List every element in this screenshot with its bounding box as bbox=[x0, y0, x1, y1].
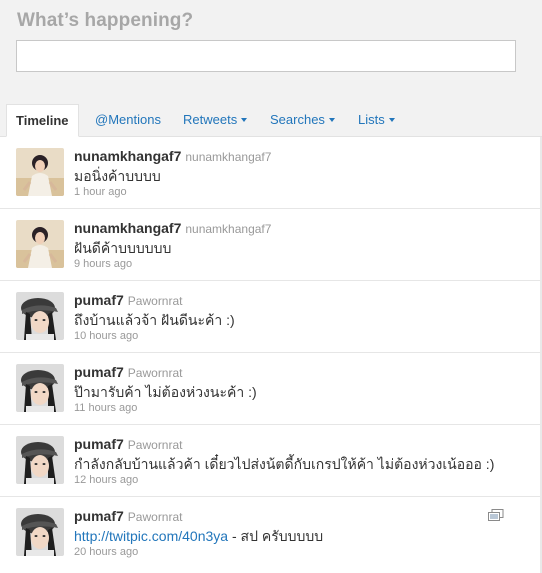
tweet-timestamp[interactable]: 10 hours ago bbox=[74, 330, 138, 342]
tweet-text: ฝันดีค้าบบบบบบ bbox=[74, 240, 172, 256]
tweet-text: ป๊ามารับค้า ไม่ต้องห่วงนะค้า :) bbox=[74, 384, 257, 400]
tweet-item[interactable]: pumaf7 Pawornrat http://twitpic.com/40n3y… bbox=[0, 497, 542, 573]
tweet-text: http://twitpic.com/40n3ya - สป ครับบบบบ bbox=[74, 526, 323, 548]
tab-retweets[interactable]: Retweets bbox=[183, 104, 248, 136]
tweet-header: pumaf7 Pawornrat bbox=[74, 508, 183, 526]
tab-label: Lists bbox=[358, 112, 385, 127]
tweet-header: pumaf7 Pawornrat bbox=[74, 436, 183, 454]
screen-name[interactable]: nunamkhangaf7 bbox=[74, 148, 181, 164]
girl-cap-avatar-icon[interactable] bbox=[16, 364, 64, 412]
screen-name[interactable]: pumaf7 bbox=[74, 436, 124, 452]
full-name: Pawornrat bbox=[127, 294, 183, 308]
tab-searches[interactable]: Searches bbox=[270, 104, 335, 136]
full-name: Pawornrat bbox=[127, 366, 183, 380]
tweet-header: pumaf7 Pawornrat bbox=[74, 292, 183, 310]
tweet-text: ถึงบ้านแล้วจ้า ฝันดีนะค้า :) bbox=[74, 312, 235, 328]
tab-timeline[interactable]: Timeline bbox=[6, 104, 79, 137]
tab-label: Searches bbox=[270, 112, 325, 127]
tab-label: @Mentions bbox=[95, 112, 161, 127]
tweet-header: pumaf7 Pawornrat bbox=[74, 364, 183, 382]
screen-name[interactable]: pumaf7 bbox=[74, 508, 124, 524]
tweet-feed: nunamkhangaf7 nunamkhangaf7 มอนิ่งค้าบบบบ… bbox=[0, 137, 542, 573]
chevron-down-icon bbox=[328, 117, 335, 122]
screen-name[interactable]: nunamkhangaf7 bbox=[74, 220, 181, 236]
tweet-item[interactable]: nunamkhangaf7 nunamkhangaf7 ฝันดีค้าบบบบบ… bbox=[0, 209, 542, 281]
tweet-text: มอนิ่งค้าบบบบ bbox=[74, 168, 161, 184]
tweet-composer: What’s happening? bbox=[0, 0, 542, 104]
tab-mentions[interactable]: @Mentions bbox=[95, 104, 161, 136]
tweet-text: กำลังกลับบ้านแล้วค้า เดี๋ยวไปส่งน้ตดี้กั… bbox=[74, 456, 495, 472]
full-name: nunamkhangaf7 bbox=[185, 222, 272, 236]
girl-cap-avatar-icon[interactable] bbox=[16, 292, 64, 340]
tweet-timestamp[interactable]: 1 hour ago bbox=[74, 186, 127, 198]
tweet-header: nunamkhangaf7 nunamkhangaf7 bbox=[74, 220, 271, 238]
tweet-header: nunamkhangaf7 nunamkhangaf7 bbox=[74, 148, 271, 166]
twitter-home: What’s happening? Timeline @Mentions Ret… bbox=[0, 0, 542, 573]
girl-avatar-icon[interactable] bbox=[16, 220, 64, 268]
chevron-down-icon bbox=[388, 117, 395, 122]
tweet-item[interactable]: pumaf7 Pawornrat ป๊ามารับค้า ไม่ต้องห่วงน… bbox=[0, 353, 542, 425]
tweet-item[interactable]: pumaf7 Pawornrat ถึงบ้านแล้วจ้า ฝันดีนะค้… bbox=[0, 281, 542, 353]
full-name: nunamkhangaf7 bbox=[185, 150, 272, 164]
screen-name[interactable]: pumaf7 bbox=[74, 364, 124, 380]
chevron-down-icon bbox=[241, 117, 248, 122]
tweet-timestamp[interactable]: 12 hours ago bbox=[74, 474, 138, 486]
timeline-tabs: Timeline @Mentions Retweets Searches Lis… bbox=[0, 104, 542, 137]
twitpic-link[interactable]: http://twitpic.com/40n3ya bbox=[74, 528, 228, 544]
tweet-text-rest: - สป ครับบบบบ bbox=[228, 528, 324, 544]
composer-title: What’s happening? bbox=[17, 10, 194, 31]
full-name: Pawornrat bbox=[127, 438, 183, 452]
tweet-timestamp[interactable]: 20 hours ago bbox=[74, 546, 138, 558]
tweet-input[interactable] bbox=[16, 40, 516, 72]
screen-name[interactable]: pumaf7 bbox=[74, 292, 124, 308]
tweet-item[interactable]: nunamkhangaf7 nunamkhangaf7 มอนิ่งค้าบบบบ… bbox=[0, 137, 542, 209]
tweet-item[interactable]: pumaf7 Pawornrat กำลังกลับบ้านแล้วค้า เดี… bbox=[0, 425, 542, 497]
girl-cap-avatar-icon[interactable] bbox=[16, 508, 64, 556]
tweet-timestamp[interactable]: 11 hours ago bbox=[74, 402, 137, 414]
tab-label: Retweets bbox=[183, 112, 238, 127]
tweet-timestamp[interactable]: 9 hours ago bbox=[74, 258, 132, 270]
tab-lists[interactable]: Lists bbox=[358, 104, 395, 136]
girl-cap-avatar-icon[interactable] bbox=[16, 436, 64, 484]
tab-label: Timeline bbox=[16, 113, 69, 128]
girl-avatar-icon[interactable] bbox=[16, 148, 64, 196]
full-name: Pawornrat bbox=[127, 510, 183, 524]
photo-gallery-icon[interactable] bbox=[488, 508, 504, 521]
